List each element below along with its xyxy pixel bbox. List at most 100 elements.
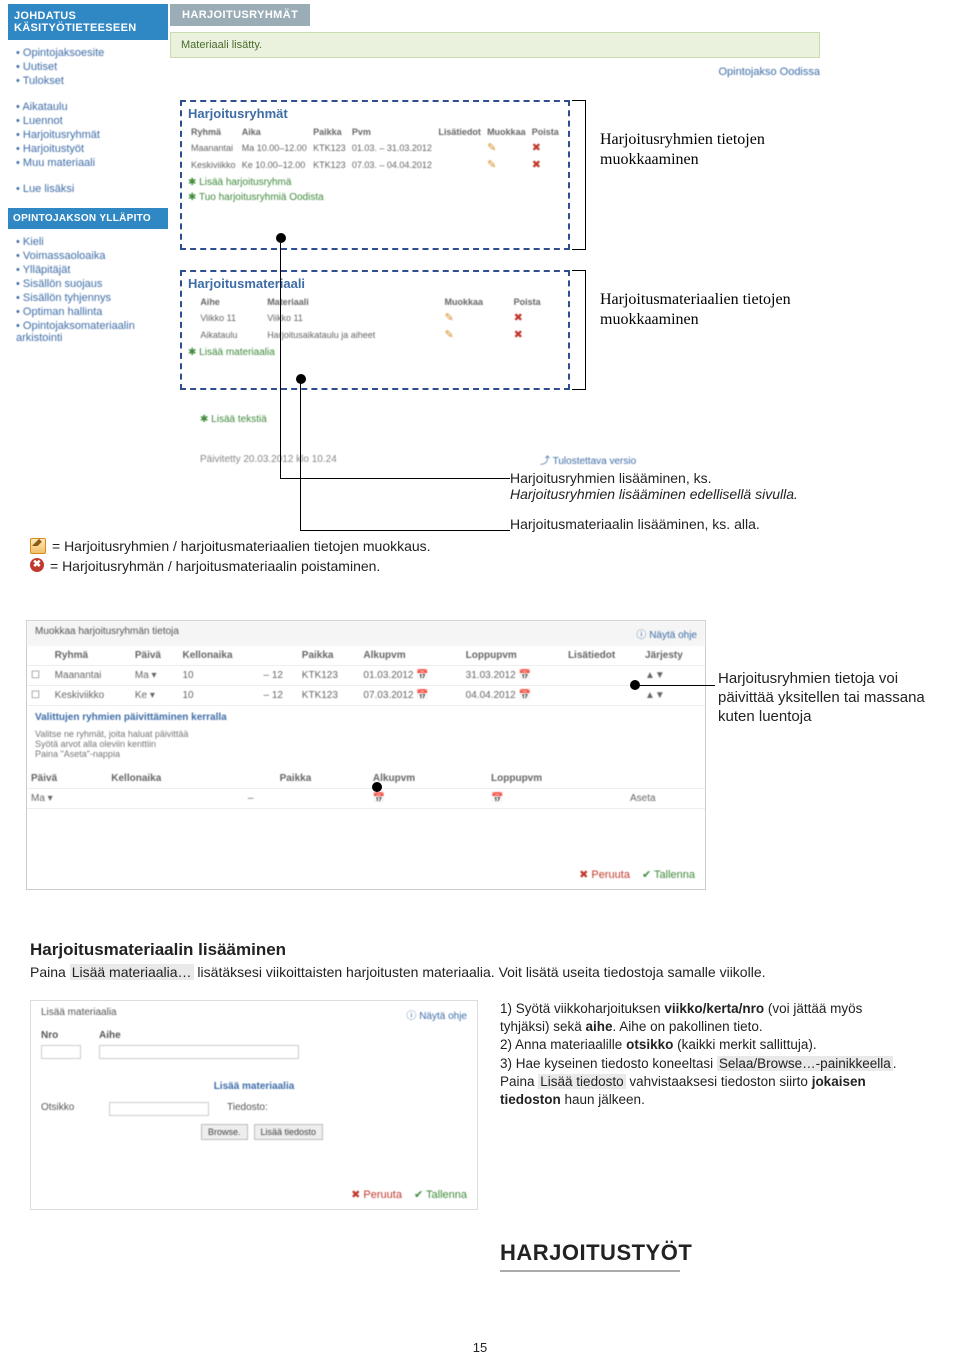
- table-row: Keskiviikko Ke 10.00–12.00 KTK123 07.03.…: [188, 156, 562, 173]
- th: Poista: [511, 295, 562, 309]
- link-import-oodi[interactable]: Tuo harjoitusryhmiä Oodista: [188, 192, 324, 203]
- cell: Viikko 11: [197, 309, 264, 326]
- edit-icon[interactable]: ✎: [487, 142, 496, 154]
- panel-title: Harjoitusmateriaali: [188, 276, 562, 291]
- link-print[interactable]: Tulostettava versio: [540, 452, 636, 467]
- leader-line: [635, 685, 715, 686]
- th: Päivä: [131, 646, 179, 666]
- legend-edit-text: = Harjoitusryhmien / harjoitusmateriaali…: [52, 538, 431, 554]
- hint: Valitse ne ryhmät, joita haluat päivittä…: [27, 729, 705, 759]
- cell: Harjoitusaikataulu ja aiheet: [264, 326, 441, 343]
- page-number: 15: [0, 1340, 960, 1355]
- sidebar-item[interactable]: Lue lisäksi: [16, 182, 168, 196]
- lbl-otsikko: Otsikko: [41, 1102, 91, 1116]
- dot-icon: [296, 374, 306, 384]
- cell: [188, 309, 197, 326]
- panel-harjoitusryhmat: Harjoitusryhmät Ryhmä Aika Paikka Pvm Li…: [180, 100, 570, 250]
- sidebar-nav-1: Opintojaksoesite Uutiset Tulokset: [16, 46, 168, 88]
- section-add-material: Harjoitusmateriaalin lisääminen Paina Li…: [30, 940, 766, 980]
- lbl-tiedosto: Tiedosto:: [227, 1102, 268, 1116]
- th: Loppupvm: [487, 769, 626, 789]
- leader-line: [300, 530, 510, 531]
- materials-table: Aihe Materiaali Muokkaa Poista Viikko 11…: [188, 295, 562, 343]
- delete-icon[interactable]: ✖: [532, 142, 541, 154]
- sidebar-item[interactable]: Kieli: [16, 235, 168, 249]
- edit-icon[interactable]: ✎: [444, 329, 453, 341]
- browse-button[interactable]: Browse.: [201, 1124, 248, 1140]
- nro-input[interactable]: [41, 1045, 81, 1059]
- instructions: 1) Syötä viikkoharjoituksen viikko/kerta…: [500, 1000, 900, 1109]
- cell: 07.03. – 04.04.2012: [349, 156, 435, 173]
- sidebar-tab-admin[interactable]: OPINTOJAKSON YLLÄPITO: [8, 208, 168, 229]
- sidebar-item[interactable]: Muu materiaali: [16, 156, 168, 170]
- table-row: ☐ Maanantai Ma ▾ 10 – 12 KTK123 01.03.20…: [27, 666, 705, 686]
- th: Järjesty: [641, 646, 705, 666]
- sidebar-tab-course[interactable]: JOHDATUS KÄSITYÖTIETEESEEN: [8, 4, 168, 40]
- topbar: HARJOITUSRYHMÄT Materiaali lisätty. Opin…: [170, 4, 820, 78]
- delete-icon[interactable]: ✖: [514, 329, 523, 341]
- aihe-input[interactable]: [99, 1045, 299, 1059]
- note-line: Harjoitusmateriaalin lisääminen, ks. all…: [510, 516, 760, 532]
- sidebar-item[interactable]: Sisällön tyhjennys: [16, 291, 168, 305]
- link-oodi[interactable]: Opintojakso Oodissa: [719, 66, 821, 78]
- th: Poista: [529, 125, 562, 139]
- edit-table: Ryhmä Päivä Kellonaika Paikka Alkupvm Lo…: [27, 646, 705, 706]
- table-row: Viikko 11 Viikko 11 ✎ ✖: [188, 309, 562, 326]
- sidebar-item[interactable]: Ylläpitäjät: [16, 263, 168, 277]
- note-line: Harjoitusryhmien lisääminen, ks.: [510, 470, 712, 486]
- edit-icon[interactable]: ✎: [444, 312, 453, 324]
- sidebar-item[interactable]: Aikataulu: [16, 100, 168, 114]
- dot-icon: [372, 782, 382, 792]
- callout-batch-update: Harjoitusryhmien tietoja voi päivittää y…: [718, 670, 938, 726]
- leader-line: [280, 235, 281, 478]
- th: [188, 295, 197, 309]
- sidebar-item[interactable]: Voimassaoloaika: [16, 249, 168, 263]
- cancel-button[interactable]: ✖ Peruuta: [579, 868, 630, 881]
- th: Aika: [239, 125, 310, 139]
- sidebar-item[interactable]: Harjoitustyöt: [16, 142, 168, 156]
- th: Kellonaika: [107, 769, 243, 789]
- link-add-material[interactable]: Lisää materiaalia: [188, 347, 275, 358]
- tab-harjoitusryhmat[interactable]: HARJOITUSRYHMÄT: [170, 4, 310, 26]
- aseta-button[interactable]: Aseta: [630, 793, 656, 804]
- link-add-group[interactable]: Lisää harjoitusryhmä: [188, 177, 291, 188]
- sidebar-item[interactable]: Uutiset: [16, 60, 168, 74]
- dialog-title: Lisää materiaalia: [41, 1007, 117, 1022]
- otsikko-input[interactable]: [109, 1102, 209, 1116]
- sidebar-nav-3: Lue lisäksi: [16, 182, 168, 196]
- cell: KTK123: [310, 156, 349, 173]
- th: Materiaali: [264, 295, 441, 309]
- save-button[interactable]: ✔ Tallenna: [642, 868, 695, 881]
- cell: 01.03. – 31.03.2012: [349, 139, 435, 156]
- sidebar-item[interactable]: Optiman hallinta: [16, 305, 168, 319]
- sidebar-item[interactable]: Luennot: [16, 114, 168, 128]
- col-aihe: Aihe: [99, 1030, 121, 1041]
- link-help[interactable]: ⓘ Näytä ohje: [406, 1007, 467, 1022]
- th: Pvm: [349, 125, 435, 139]
- add-file-button[interactable]: Lisää tiedosto: [254, 1124, 324, 1140]
- updated-label: Päivitetty 20.03.2012 klo 10.24: [200, 454, 337, 465]
- sidebar-item[interactable]: Tulokset: [16, 74, 168, 88]
- link-add-text[interactable]: Lisää tekstiä: [200, 410, 267, 425]
- sidebar-item[interactable]: Sisällön suojaus: [16, 277, 168, 291]
- sidebar-item[interactable]: Harjoitusryhmät: [16, 128, 168, 142]
- sub-title: Lisää materiaalia: [214, 1081, 295, 1092]
- sidebar-item[interactable]: Opintojaksoesite: [16, 46, 168, 60]
- save-button[interactable]: ✔ Tallenna: [414, 1188, 467, 1201]
- bracket-icon: [572, 270, 586, 390]
- cell: KTK123: [310, 139, 349, 156]
- delete-icon[interactable]: ✖: [514, 312, 523, 324]
- cancel-button[interactable]: ✖ Peruuta: [351, 1188, 402, 1201]
- screenshot-edit-groups: Muokkaa harjoitusryhmän tietoja ⓘ Näytä …: [26, 620, 706, 890]
- link-help[interactable]: ⓘ Näytä ohje: [636, 626, 697, 641]
- table-row: ☐ Keskiviikko Ke ▾ 10 – 12 KTK123 07.03.…: [27, 686, 705, 706]
- cell: Ke 10.00–12.00: [239, 156, 310, 173]
- th: Paikka: [310, 125, 349, 139]
- heading: Harjoitusmateriaalin lisääminen: [30, 940, 766, 960]
- edit-icon[interactable]: ✎: [487, 159, 496, 171]
- delete-icon: ✖: [30, 558, 44, 572]
- delete-icon[interactable]: ✖: [532, 159, 541, 171]
- sidebar: JOHDATUS KÄSITYÖTIETEESEEN Opintojaksoes…: [8, 4, 168, 357]
- note-line-italic: Harjoitusryhmien lisääminen edellisellä …: [510, 486, 798, 502]
- sidebar-item[interactable]: Opintojaksomateriaalin arkistointi: [16, 319, 168, 345]
